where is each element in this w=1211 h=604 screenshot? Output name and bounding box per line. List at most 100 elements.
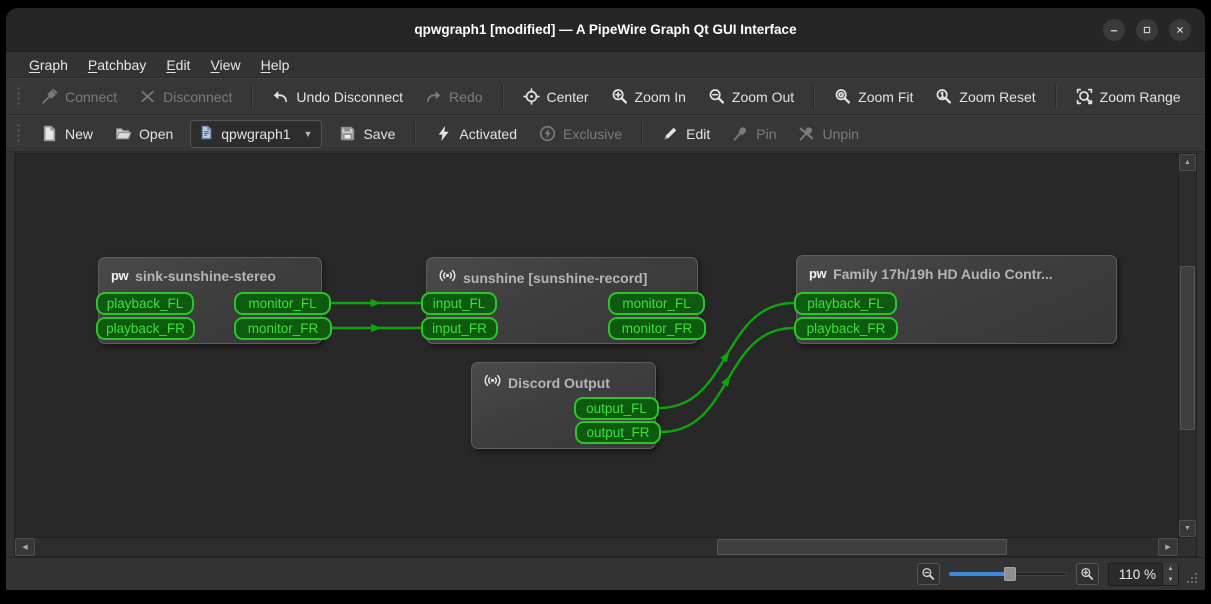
node-title: sunshine [sunshine-record]	[463, 270, 648, 286]
pin-icon	[732, 125, 749, 142]
horizontal-scroll-thumb[interactable]	[717, 539, 1007, 555]
scrollbar-corner	[1179, 538, 1197, 557]
edge-arrow-icon	[721, 375, 731, 387]
toolbar-drag-handle[interactable]	[16, 122, 22, 145]
port-sink-sunshine-stereo-playback_FR[interactable]: playback_FR	[96, 317, 195, 340]
horizontal-scrollbar[interactable]: ◀ ▶	[14, 538, 1179, 557]
menu-help[interactable]: Help	[252, 55, 299, 75]
disconnect-icon	[139, 88, 156, 105]
menu-edit[interactable]: Edit	[157, 55, 199, 75]
toolbar-button-activated[interactable]: Activated	[426, 120, 526, 148]
toolbar-button-undo-disconnect[interactable]: Undo Disconnect	[263, 83, 412, 111]
toolbar-button-label: Activated	[459, 125, 517, 142]
zoom-fit-icon	[834, 88, 851, 105]
menu-view[interactable]: View	[201, 55, 249, 75]
patchbay-file-icon	[199, 125, 214, 143]
window-title: qpwgraph1 [modified] — A PipeWire Graph …	[414, 22, 797, 37]
zoom-spin-down-button[interactable]: ▼	[1163, 574, 1178, 585]
zoom-range-icon	[1076, 88, 1093, 105]
open-icon	[115, 125, 132, 142]
close-button[interactable]	[1169, 18, 1191, 41]
scroll-up-button[interactable]: ▲	[1179, 154, 1196, 171]
new-icon	[41, 125, 58, 142]
toolbar-button-label: Connect	[65, 88, 118, 105]
toolbar-separator	[414, 121, 417, 146]
zoom-slider[interactable]	[948, 566, 1067, 582]
toolbar-separator	[641, 121, 644, 146]
toolbar-button-label: Zoom Range	[1099, 88, 1181, 105]
port-sink-sunshine-stereo-monitor_FR[interactable]: monitor_FR	[234, 317, 332, 340]
toolbar-button-connect[interactable]: Connect	[32, 83, 126, 111]
menu-patchbay[interactable]: Patchbay	[79, 55, 155, 75]
toolbar-button-center[interactable]: Center	[514, 83, 598, 111]
zoom-value: 110 %	[1118, 566, 1156, 582]
toolbar-button-zoom-in[interactable]: Zoom In	[602, 83, 695, 111]
zoom-spin-up-button[interactable]: ▲	[1163, 563, 1178, 574]
port-discord-output-output_FL[interactable]: output_FL	[574, 397, 659, 420]
edges-svg	[331, 299, 795, 434]
zoom-out-button[interactable]	[916, 563, 940, 585]
horizontal-scroll-track[interactable]	[35, 538, 1158, 556]
patchbay-combobox-value: qpwgraph1	[221, 125, 291, 142]
app-window: qpwgraph1 [modified] — A PipeWire Graph …	[6, 8, 1205, 590]
toolbar-button-open[interactable]: Open	[106, 120, 182, 148]
zoom-spinbox[interactable]: 110 % ▲ ▼	[1107, 562, 1179, 586]
status-bar: 110 % ▲ ▼	[6, 557, 1205, 590]
port-sunshine-input_FR[interactable]: input_FR	[421, 317, 498, 340]
connect-icon	[41, 88, 58, 105]
save-icon	[339, 125, 356, 142]
toolbar-button-label: Zoom Reset	[959, 88, 1036, 105]
toolbar-button-zoom-range[interactable]: Zoom Range	[1067, 83, 1190, 111]
toolbar-button-unpin[interactable]: Unpin	[789, 120, 868, 148]
port-family-17h-19h-hd-audio-playback_FL[interactable]: playback_FL	[794, 292, 897, 315]
menu-graph[interactable]: Graph	[20, 55, 77, 75]
vertical-scroll-thumb[interactable]	[1180, 266, 1195, 430]
patchbay-combobox[interactable]: qpwgraph1 ▼	[190, 119, 323, 148]
toolbar-button-zoom-reset[interactable]: Zoom Reset	[926, 83, 1044, 111]
toolbar-button-zoom-fit[interactable]: Zoom Fit	[825, 83, 922, 111]
activated-icon	[435, 125, 452, 142]
toolbar-button-disconnect[interactable]: Disconnect	[130, 83, 241, 111]
vertical-scroll-track[interactable]	[1179, 171, 1196, 520]
toolbar-button-save[interactable]: Save	[330, 120, 404, 148]
toolbar-drag-handle[interactable]	[16, 85, 22, 108]
minimize-button[interactable]	[1103, 18, 1125, 41]
graph-viewport[interactable]: pw sink-sunshine-stereo playback_FL playbac…	[14, 153, 1179, 538]
toolbar-button-label: Zoom Out	[731, 88, 795, 105]
toolbar-button-exclusive[interactable]: Exclusive	[530, 120, 631, 148]
toolbar-main: Connect Disconnect Undo Disconnect Redo Cent…	[6, 78, 1205, 115]
toolbar-button-redo[interactable]: Redo	[416, 83, 491, 111]
toolbar-button-label: Unpin	[822, 125, 860, 142]
port-sunshine-input_FL[interactable]: input_FL	[421, 292, 497, 315]
port-discord-output-output_FR[interactable]: output_FR	[575, 421, 661, 444]
window-controls	[1103, 18, 1191, 41]
broadcast-icon	[439, 267, 456, 289]
port-sink-sunshine-stereo-monitor_FL[interactable]: monitor_FL	[234, 292, 331, 315]
port-family-17h-19h-hd-audio-playback_FR[interactable]: playback_FR	[794, 317, 898, 340]
toolbar-button-label: Zoom In	[634, 88, 686, 105]
toolbar-button-edit[interactable]: Edit	[653, 120, 719, 148]
center-icon	[522, 88, 540, 105]
toolbar-button-label: Redo	[449, 88, 483, 105]
port-sink-sunshine-stereo-playback_FL[interactable]: playback_FL	[96, 292, 194, 315]
chevron-down-icon: ▼	[303, 128, 313, 139]
toolbar-button-label: Undo Disconnect	[296, 88, 404, 105]
port-sunshine-monitor_FR[interactable]: monitor_FR	[608, 317, 706, 340]
zoom-in-button[interactable]	[1075, 563, 1099, 585]
vertical-scrollbar[interactable]: ▲ ▼	[1179, 153, 1197, 538]
node-title: Family 17h/19h HD Audio Contr...	[833, 266, 1053, 282]
zoom-slider-handle[interactable]	[1004, 567, 1017, 581]
toolbar-button-zoom-out[interactable]: Zoom Out	[699, 83, 803, 111]
resize-grip-icon[interactable]	[1185, 571, 1199, 585]
title-bar[interactable]: qpwgraph1 [modified] — A PipeWire Graph …	[6, 8, 1205, 52]
zoom-in-icon	[611, 88, 628, 105]
toolbar-button-pin[interactable]: Pin	[723, 120, 785, 148]
toolbar-button-label: Disconnect	[163, 88, 233, 105]
scroll-left-button[interactable]: ◀	[15, 538, 35, 556]
toolbar-button-new[interactable]: New	[32, 120, 102, 148]
scroll-right-button[interactable]: ▶	[1158, 538, 1178, 556]
scroll-down-button[interactable]: ▼	[1179, 520, 1196, 537]
toolbar-button-label: Save	[363, 125, 396, 142]
port-sunshine-monitor_FL[interactable]: monitor_FL	[608, 292, 705, 315]
maximize-button[interactable]	[1136, 18, 1158, 41]
